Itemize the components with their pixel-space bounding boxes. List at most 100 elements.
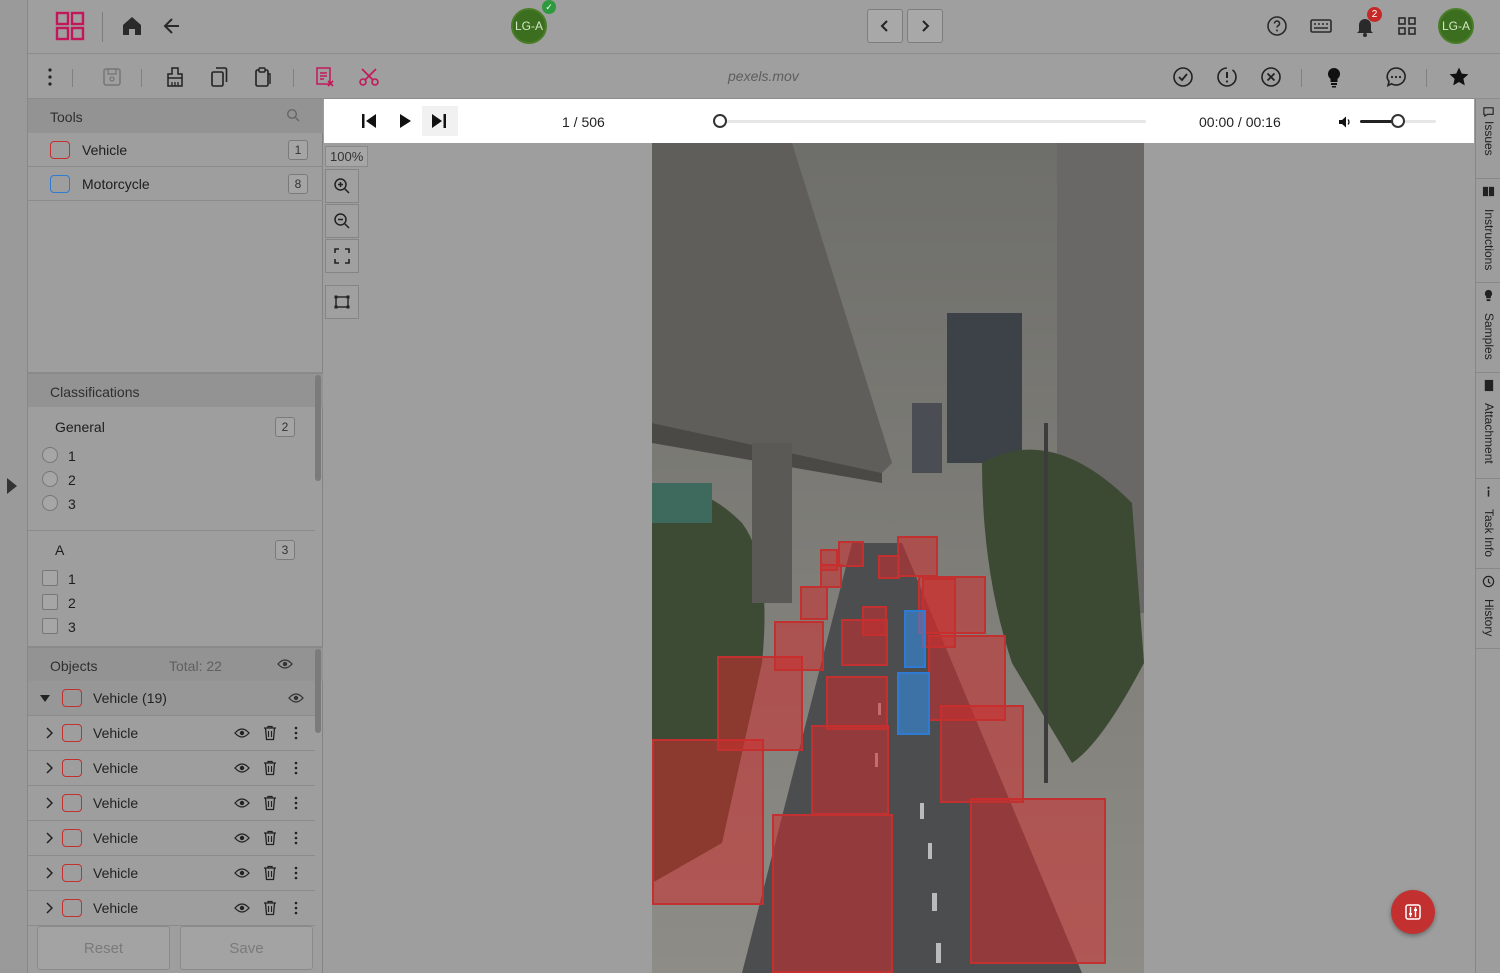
volume-icon[interactable] bbox=[1337, 114, 1353, 130]
more-vertical-icon[interactable] bbox=[294, 796, 298, 810]
vehicle-bounding-box[interactable] bbox=[811, 725, 889, 815]
vehicle-bounding-box[interactable] bbox=[862, 606, 887, 636]
chevron-right-icon[interactable] bbox=[45, 902, 53, 914]
volume-knob[interactable] bbox=[1391, 114, 1405, 128]
apps-grid-icon[interactable] bbox=[1395, 14, 1419, 38]
tool-item-motorcycle[interactable]: Motorcycle 8 bbox=[28, 167, 323, 201]
user-avatar[interactable]: LG-A bbox=[1438, 8, 1474, 44]
keyboard-icon[interactable] bbox=[1309, 14, 1333, 38]
chevron-right-icon[interactable] bbox=[45, 832, 53, 844]
lightbulb-icon[interactable] bbox=[1322, 65, 1346, 89]
play-icon[interactable] bbox=[396, 112, 414, 130]
vehicle-bounding-box[interactable] bbox=[838, 541, 864, 567]
clear-annotations-icon[interactable] bbox=[313, 65, 337, 89]
more-vertical-icon[interactable] bbox=[294, 866, 298, 880]
objects-scrollbar[interactable] bbox=[315, 649, 321, 733]
tab-history[interactable]: History bbox=[1476, 569, 1500, 649]
more-vertical-icon[interactable] bbox=[294, 761, 298, 775]
vehicle-bounding-box[interactable] bbox=[878, 555, 900, 579]
vehicle-bounding-box[interactable] bbox=[922, 578, 956, 648]
zoom-out-button[interactable] bbox=[325, 204, 359, 238]
object-row[interactable]: Vehicle bbox=[28, 716, 315, 751]
video-frame-image[interactable] bbox=[652, 143, 1144, 973]
more-vertical-icon[interactable] bbox=[38, 65, 62, 89]
tab-samples[interactable]: Samples bbox=[1476, 283, 1500, 373]
approve-check-icon[interactable] bbox=[1171, 65, 1195, 89]
chevron-right-icon[interactable] bbox=[45, 867, 53, 879]
tab-issues[interactable]: Issues bbox=[1476, 99, 1500, 179]
search-icon[interactable] bbox=[286, 108, 300, 122]
tab-instructions[interactable]: Instructions bbox=[1476, 179, 1500, 283]
eye-icon[interactable] bbox=[277, 657, 293, 671]
app-logo-icon[interactable] bbox=[54, 10, 86, 42]
checkbox-option-2[interactable] bbox=[42, 594, 58, 610]
tab-task-info[interactable]: Task Info bbox=[1476, 479, 1500, 569]
object-group-vehicle[interactable]: Vehicle (19) bbox=[28, 681, 315, 716]
prev-task-button[interactable] bbox=[867, 9, 903, 43]
volume-track[interactable] bbox=[1360, 114, 1436, 128]
object-row[interactable]: Vehicle bbox=[28, 786, 315, 821]
tool-item-vehicle[interactable]: Vehicle 1 bbox=[28, 133, 323, 167]
timeline-knob[interactable] bbox=[713, 114, 727, 128]
vehicle-bounding-box[interactable] bbox=[820, 549, 838, 571]
assignee-avatar[interactable]: LG-A bbox=[511, 8, 547, 44]
skip-start-icon[interactable] bbox=[360, 112, 378, 130]
help-icon[interactable] bbox=[1265, 14, 1289, 38]
eye-icon[interactable] bbox=[288, 691, 304, 705]
next-task-button[interactable] bbox=[907, 9, 943, 43]
checkbox-option-1[interactable] bbox=[42, 570, 58, 586]
more-vertical-icon[interactable] bbox=[294, 831, 298, 845]
object-row[interactable]: Vehicle bbox=[28, 891, 315, 926]
vehicle-bounding-box[interactable] bbox=[774, 621, 824, 671]
adjust-settings-button[interactable] bbox=[1391, 890, 1435, 934]
vehicle-bounding-box[interactable] bbox=[826, 676, 888, 730]
home-icon[interactable] bbox=[120, 14, 144, 38]
zoom-in-button[interactable] bbox=[325, 169, 359, 203]
star-icon[interactable] bbox=[1447, 65, 1471, 89]
chevron-right-icon[interactable] bbox=[45, 797, 53, 809]
vehicle-bounding-box[interactable] bbox=[897, 536, 938, 577]
comment-icon[interactable] bbox=[1384, 65, 1408, 89]
scissors-icon[interactable] bbox=[357, 65, 381, 89]
copy-icon[interactable] bbox=[207, 65, 231, 89]
back-arrow-icon[interactable] bbox=[160, 14, 184, 38]
trash-icon[interactable] bbox=[263, 865, 277, 881]
timeline-track[interactable] bbox=[713, 114, 1146, 128]
motorcycle-bounding-box[interactable] bbox=[897, 672, 930, 735]
eye-icon[interactable] bbox=[234, 796, 250, 810]
trash-icon[interactable] bbox=[263, 760, 277, 776]
eye-icon[interactable] bbox=[234, 866, 250, 880]
vehicle-bounding-box[interactable] bbox=[652, 739, 764, 905]
trash-icon[interactable] bbox=[263, 795, 277, 811]
bounding-box-tool-button[interactable] bbox=[325, 285, 359, 319]
radio-option-2[interactable] bbox=[42, 471, 58, 487]
radio-option-1[interactable] bbox=[42, 447, 58, 463]
trash-icon[interactable] bbox=[263, 725, 277, 741]
save-button[interactable]: Save bbox=[180, 926, 313, 970]
pending-alert-icon[interactable] bbox=[1215, 65, 1239, 89]
trash-icon[interactable] bbox=[263, 900, 277, 916]
annotation-canvas[interactable]: 100% bbox=[324, 143, 1474, 973]
object-row[interactable]: Vehicle bbox=[28, 821, 315, 856]
fit-screen-button[interactable] bbox=[325, 239, 359, 273]
eye-icon[interactable] bbox=[234, 831, 250, 845]
save-disk-icon[interactable] bbox=[100, 65, 124, 89]
motorcycle-bounding-box[interactable] bbox=[904, 610, 926, 668]
vehicle-bounding-box[interactable] bbox=[800, 586, 828, 620]
tab-attachment[interactable]: Attachment bbox=[1476, 373, 1500, 479]
expand-arrow-icon[interactable] bbox=[7, 478, 17, 494]
vehicle-bounding-box[interactable] bbox=[970, 798, 1106, 964]
eye-icon[interactable] bbox=[234, 726, 250, 740]
checkbox-option-3[interactable] bbox=[42, 618, 58, 634]
brush-icon[interactable] bbox=[163, 65, 187, 89]
skip-end-button[interactable] bbox=[422, 106, 458, 136]
object-row[interactable]: Vehicle bbox=[28, 751, 315, 786]
paste-icon[interactable] bbox=[251, 65, 275, 89]
object-row[interactable]: Vehicle bbox=[28, 856, 315, 891]
more-vertical-icon[interactable] bbox=[294, 726, 298, 740]
chevron-right-icon[interactable] bbox=[45, 762, 53, 774]
reject-x-icon[interactable] bbox=[1259, 65, 1283, 89]
eye-icon[interactable] bbox=[234, 761, 250, 775]
chevron-right-icon[interactable] bbox=[45, 727, 53, 739]
eye-icon[interactable] bbox=[234, 901, 250, 915]
